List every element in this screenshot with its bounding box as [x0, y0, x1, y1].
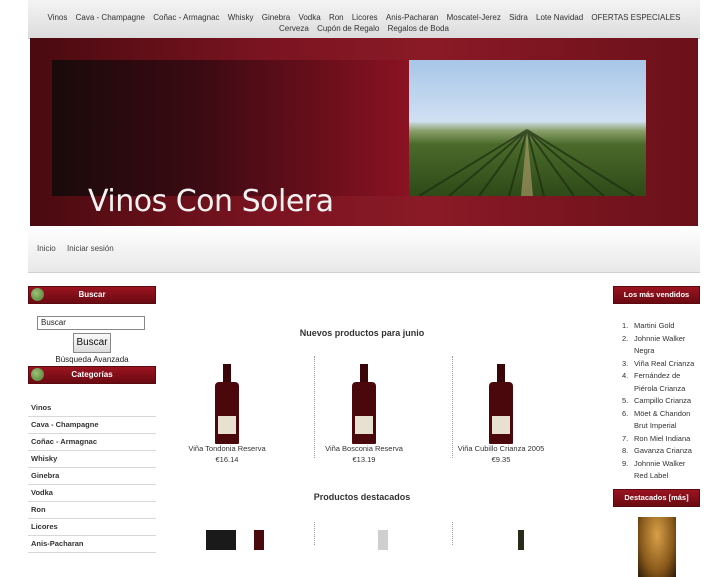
category-item[interactable]: Cava - Champagne [28, 417, 156, 434]
top-nav-row-2: Cerveza Cupón de Regalo Regalos de Boda [28, 24, 700, 33]
divider [314, 522, 315, 545]
category-item[interactable]: Ron [28, 502, 156, 519]
new-products-title: Nuevos productos para junio [299, 328, 425, 338]
nav-link[interactable]: Whisky [228, 13, 254, 22]
top-navigation: Vinos Cava - Champagne Coñac - Armagnac … [28, 0, 700, 39]
categories-title: Categorías [71, 370, 113, 379]
top-nav-row-1: Vinos Cava - Champagne Coñac - Armagnac … [28, 13, 700, 22]
vineyard-photo [409, 60, 646, 196]
featured-product-thumbnail[interactable] [366, 530, 400, 550]
wine-bottle-icon [352, 364, 376, 444]
main-content: Nuevos productos para junio Viña Tondoni… [160, 272, 564, 550]
search-button[interactable]: Buscar [73, 333, 111, 353]
page: Vinos Cava - Champagne Coñac - Armagnac … [28, 0, 700, 577]
category-item[interactable]: Ginebra [28, 468, 156, 485]
best-seller-item[interactable]: 7. Ron Miel Indiana [613, 433, 700, 446]
nav-link[interactable]: Cerveza [279, 24, 309, 33]
nav-link[interactable]: Licores [352, 13, 378, 22]
best-seller-item[interactable]: 1. Martini Gold [613, 320, 700, 333]
nav-link[interactable]: Anis-Pacharan [386, 13, 438, 22]
best-seller-item[interactable]: 2. Johnnie Walker Negra [613, 333, 700, 358]
product-price: €13.19 [352, 455, 376, 464]
product-name[interactable]: Viña Bosconia Reserva [325, 444, 403, 453]
featured-product-thumbnail[interactable] [506, 530, 536, 550]
secondary-navigation: Inicio Iniciar sesión [28, 226, 700, 273]
best-seller-item[interactable]: 5. Campillo Crianza [613, 395, 700, 408]
category-item[interactable]: Licores [28, 519, 156, 536]
nav-link[interactable]: Cava - Champagne [76, 13, 145, 22]
nav-link[interactable]: Ginebra [262, 13, 290, 22]
login-link[interactable]: Iniciar sesión [67, 244, 114, 253]
nav-link[interactable]: Moscatel-Jerez [447, 13, 501, 22]
featured-product-thumbnail[interactable] [206, 530, 286, 550]
best-seller-item[interactable]: 9. Johnnie Walker Red Label [613, 458, 700, 483]
nav-link[interactable]: Sidra [509, 13, 528, 22]
wine-bottle-icon [215, 364, 239, 444]
product-price: €9.35 [491, 455, 511, 464]
best-seller-item[interactable]: 3. Viña Real Crianza [613, 358, 700, 371]
home-link[interactable]: Inicio [37, 244, 56, 253]
best-seller-item[interactable]: 8. Gavanza Crianza [613, 445, 700, 458]
nav-link[interactable]: Vinos [48, 13, 68, 22]
left-sidebar: Buscar Buscar Buscar Búsqueda Avanzada C… [28, 286, 156, 553]
category-item[interactable]: Vinos [28, 400, 156, 417]
product-name[interactable]: Viña Cubillo Crianza 2005 [458, 444, 545, 453]
grape-leaf-icon [31, 368, 44, 381]
search-box-header: Buscar [28, 286, 156, 304]
wine-bottle-icon [489, 364, 513, 444]
nav-link[interactable]: Ron [329, 13, 344, 22]
banner-dark-panel [52, 60, 412, 196]
divider [452, 522, 453, 545]
nav-link[interactable]: Lote Navidad [536, 13, 583, 22]
header-banner: Vinos Con Solera [30, 38, 698, 226]
product-card[interactable]: Viña Cubillo Crianza 2005 €9.35 [434, 364, 568, 464]
featured-side-header[interactable]: Destacados [más] [613, 488, 700, 507]
featured-products-title: Productos destacados [313, 492, 411, 502]
best-seller-item[interactable]: 4. Fernández de Piérola Crianza [613, 370, 700, 395]
category-list: Vinos Cava - Champagne Coñac - Armagnac … [28, 400, 156, 553]
site-title: Vinos Con Solera [88, 184, 334, 219]
advanced-search-link[interactable]: Búsqueda Avanzada [28, 355, 156, 364]
nav-link[interactable]: Cupón de Regalo [317, 24, 379, 33]
categories-header: Categorías [28, 366, 156, 384]
product-name[interactable]: Viña Tondonia Reserva [188, 444, 265, 453]
category-item[interactable]: Coñac - Armagnac [28, 434, 156, 451]
category-item[interactable]: Vodka [28, 485, 156, 502]
category-item[interactable]: Whisky [28, 451, 156, 468]
nav-link[interactable]: Coñac - Armagnac [153, 13, 219, 22]
best-sellers-header: Los más vendidos [613, 286, 700, 304]
best-sellers-list: 1. Martini Gold 2. Johnnie Walker Negra 3.… [613, 320, 700, 483]
product-card[interactable]: Viña Bosconia Reserva €13.19 [297, 364, 431, 464]
search-input[interactable]: Buscar [37, 316, 145, 330]
product-card[interactable]: Viña Tondonia Reserva €16.14 [160, 364, 294, 464]
grape-leaf-icon [31, 288, 44, 301]
nav-link[interactable]: Vodka [298, 13, 320, 22]
search-box-title: Buscar [78, 290, 106, 299]
right-sidebar: Los más vendidos 1. Martini Gold 2. Johnni… [613, 286, 700, 577]
best-seller-item[interactable]: 6. Möet & Chandon Brut Imperial [613, 408, 700, 433]
nav-link[interactable]: Regalos de Boda [388, 24, 449, 33]
nav-link[interactable]: OFERTAS ESPECIALES [591, 13, 680, 22]
vineyard-rows [418, 129, 635, 196]
featured-product-image[interactable] [637, 516, 676, 577]
product-price: €16.14 [215, 455, 239, 464]
